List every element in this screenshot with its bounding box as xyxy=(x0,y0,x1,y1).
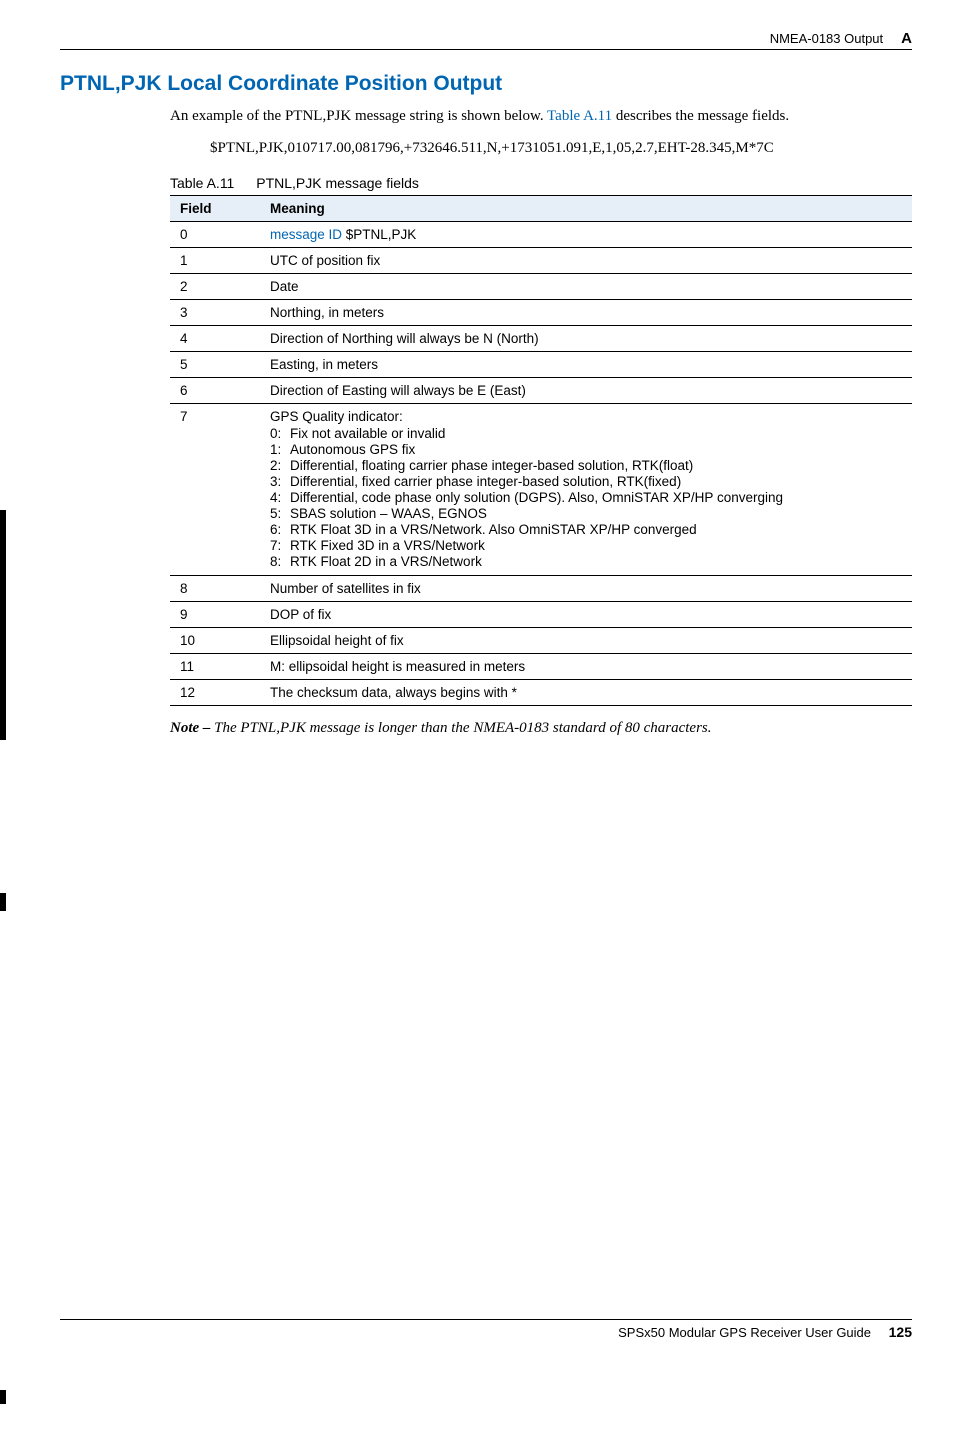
table-caption-text: PTNL,PJK message fields xyxy=(256,175,419,191)
intro-pre: An example of the PTNL,PJK message strin… xyxy=(170,108,547,124)
cell-field: 1 xyxy=(170,247,260,273)
table-row: 7 GPS Quality indicator: 0:Fix not avail… xyxy=(170,403,912,575)
table-row: 12 The checksum data, always begins with… xyxy=(170,679,912,705)
table-ref-link[interactable]: Table A.11 xyxy=(547,108,612,124)
table-row: 10 Ellipsoidal height of fix xyxy=(170,627,912,653)
table-caption-number: Table A.11 xyxy=(170,175,234,191)
cell-field: 6 xyxy=(170,377,260,403)
cell-meaning: message ID $PTNL,PJK xyxy=(260,221,912,247)
message-id-link[interactable]: message ID xyxy=(270,227,342,242)
note: Note – The PTNL,PJK message is longer th… xyxy=(60,720,912,737)
footer-guide: SPSx50 Modular GPS Receiver User Guide xyxy=(618,1325,871,1340)
footer-page-number: 125 xyxy=(889,1324,912,1340)
cell-field: 7 xyxy=(170,403,260,575)
cell-meaning: Easting, in meters xyxy=(260,351,912,377)
cell-field: 0 xyxy=(170,221,260,247)
table-row: 3 Northing, in meters xyxy=(170,299,912,325)
list-item: 2:Differential, floating carrier phase i… xyxy=(270,458,902,473)
cell-field: 5 xyxy=(170,351,260,377)
table-row: 9 DOP of fix xyxy=(170,601,912,627)
section-title: PTNL,PJK Local Coordinate Position Outpu… xyxy=(60,72,912,96)
cell-field: 11 xyxy=(170,653,260,679)
quality-indicator-label: GPS Quality indicator: xyxy=(270,409,902,424)
list-item: 5:SBAS solution – WAAS, EGNOS xyxy=(270,506,902,521)
title-code: PTNL,PJK xyxy=(60,72,162,95)
title-rest: Local Coordinate Position Output xyxy=(162,72,503,95)
col-field: Field xyxy=(170,195,260,221)
list-item: 6:RTK Float 3D in a VRS/Network. Also Om… xyxy=(270,522,902,537)
list-item: 0:Fix not available or invalid xyxy=(270,426,902,441)
cell-meaning: Date xyxy=(260,273,912,299)
intro-paragraph: An example of the PTNL,PJK message strin… xyxy=(60,106,912,126)
cell-meaning: M: ellipsoidal height is measured in met… xyxy=(260,653,912,679)
cell-meaning: UTC of position fix xyxy=(260,247,912,273)
message-id-rest: $PTNL,PJK xyxy=(342,227,416,242)
list-item: 3:Differential, fixed carrier phase inte… xyxy=(270,474,902,489)
cell-field: 10 xyxy=(170,627,260,653)
quality-indicator-list: 0:Fix not available or invalid 1:Autonom… xyxy=(270,426,902,569)
change-bar xyxy=(0,893,6,911)
list-item: 1:Autonomous GPS fix xyxy=(270,442,902,457)
list-item: 4:Differential, code phase only solution… xyxy=(270,490,902,505)
table-header-row: Field Meaning xyxy=(170,195,912,221)
cell-meaning: DOP of fix xyxy=(260,601,912,627)
cell-meaning: GPS Quality indicator: 0:Fix not availab… xyxy=(260,403,912,575)
cell-meaning: Ellipsoidal height of fix xyxy=(260,627,912,653)
table-row: 4 Direction of Northing will always be N… xyxy=(170,325,912,351)
note-label: Note – xyxy=(170,720,214,736)
table-caption: Table A.11 PTNL,PJK message fields xyxy=(60,175,912,191)
change-bar xyxy=(0,510,6,740)
cell-meaning: The checksum data, always begins with * xyxy=(260,679,912,705)
table-row: 0 message ID $PTNL,PJK xyxy=(170,221,912,247)
example-string: $PTNL,PJK,010717.00,081796,+732646.511,N… xyxy=(60,138,912,158)
cell-field: 3 xyxy=(170,299,260,325)
table-row: 5 Easting, in meters xyxy=(170,351,912,377)
col-meaning: Meaning xyxy=(260,195,912,221)
intro-post: describes the message fields. xyxy=(612,108,789,124)
list-item: 7:RTK Fixed 3D in a VRS/Network xyxy=(270,538,902,553)
cell-field: 4 xyxy=(170,325,260,351)
cell-meaning: Northing, in meters xyxy=(260,299,912,325)
cell-meaning: Direction of Easting will always be E (E… xyxy=(260,377,912,403)
header-section: NMEA-0183 Output xyxy=(770,31,883,46)
table-row: 11 M: ellipsoidal height is measured in … xyxy=(170,653,912,679)
cell-field: 2 xyxy=(170,273,260,299)
cell-field: 8 xyxy=(170,575,260,601)
cell-field: 9 xyxy=(170,601,260,627)
list-item: 8:RTK Float 2D in a VRS/Network xyxy=(270,554,902,569)
header-appendix: A xyxy=(901,30,912,47)
table-row: 8 Number of satellites in fix xyxy=(170,575,912,601)
table-row: 6 Direction of Easting will always be E … xyxy=(170,377,912,403)
page-header: NMEA-0183 Output A xyxy=(60,30,912,50)
page-footer: SPSx50 Modular GPS Receiver User Guide 1… xyxy=(60,1319,912,1340)
table-row: 1 UTC of position fix xyxy=(170,247,912,273)
cell-field: 12 xyxy=(170,679,260,705)
table-row: 2 Date xyxy=(170,273,912,299)
fields-table: Field Meaning 0 message ID $PTNL,PJK 1 U… xyxy=(170,195,912,706)
cell-meaning: Direction of Northing will always be N (… xyxy=(260,325,912,351)
cell-meaning: Number of satellites in fix xyxy=(260,575,912,601)
change-bar xyxy=(0,1390,6,1404)
note-text: The PTNL,PJK message is longer than the … xyxy=(214,720,711,736)
